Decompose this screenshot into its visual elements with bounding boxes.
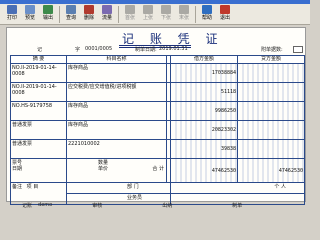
next-icon <box>161 5 171 14</box>
debit-cell[interactable]: 17038884 <box>170 63 238 83</box>
flow-icon <box>102 5 112 14</box>
signature-bar: 记账 demo 审核 出纳 制单 <box>6 202 306 210</box>
voucher-table: 摘 要 科目名称 借方金额 贷方金额 NO.II-2019-01-14-0008… <box>10 55 305 205</box>
voucher-word-label: 字 <box>75 47 81 53</box>
export-button[interactable]: 输出 <box>39 4 57 25</box>
total-credit: 47462530 <box>237 158 305 183</box>
toolbar-button-label: 打印 <box>6 15 17 21</box>
first-icon <box>125 5 135 14</box>
delete-icon <box>84 5 94 14</box>
date-label: 制单日期: <box>135 47 157 53</box>
footer-row-1: 备注 项 目 部 门 个 人 <box>10 182 305 205</box>
flow-button[interactable]: 流量 <box>98 4 116 25</box>
voucher-row[interactable]: NO.II-2019-01-14-0008 库存商品 17038884 <box>10 63 305 83</box>
prev-button[interactable]: 上张 <box>139 4 157 25</box>
prev-icon <box>143 5 153 14</box>
individual-label: 个 人 <box>170 182 305 194</box>
toolbar: 打印 预览 输出 查询 删除 流量 首张 上张 下张 末张 帮助 退出 <box>0 4 310 25</box>
voucher-row[interactable]: NO.II-2019-01-14-0008 应交税费/应交增值税/进项税额 5111… <box>10 82 305 102</box>
account-cell[interactable]: 应交税费/应交增值税/进项税额 <box>66 82 167 102</box>
toolbar-button-label: 末张 <box>178 15 189 21</box>
date-field-label: 日期 <box>12 166 23 172</box>
toolbar-button-label: 退出 <box>219 15 230 21</box>
voucher-row[interactable]: 普通发票 2221010002 39838 <box>10 139 305 159</box>
preview-button[interactable]: 预览 <box>21 4 39 25</box>
project-label: 项 目 <box>26 184 39 190</box>
total-debit: 47462530 <box>170 158 238 183</box>
bookkeeping-user: demo <box>38 202 53 208</box>
toolbar-separator <box>195 6 196 23</box>
toolbar-button-label: 输出 <box>42 15 53 21</box>
help-icon <box>202 5 212 14</box>
attachments-count-field[interactable] <box>293 46 303 53</box>
next-button[interactable]: 下张 <box>157 4 175 25</box>
toolbar-button-label: 帮助 <box>201 15 212 21</box>
summary-header: 摘 要 <box>10 55 67 64</box>
credit-cell[interactable] <box>237 120 305 140</box>
department-label: 部 门 <box>66 182 171 194</box>
exit-button[interactable]: 退出 <box>216 4 234 25</box>
summary-cell[interactable]: NO.II-2019-01-14-0008 <box>10 63 67 83</box>
toolbar-separator <box>118 6 119 23</box>
debit-cell[interactable]: 51118 <box>170 82 238 102</box>
note-label: 备注 <box>12 184 23 190</box>
summary-cell[interactable]: 普通发票 <box>10 120 67 140</box>
debit-cell[interactable]: 20823302 <box>170 120 238 140</box>
account-cell[interactable]: 库存商品 <box>66 120 167 140</box>
toolbar-button-label: 删除 <box>83 15 94 21</box>
toolbar-button-label: 流量 <box>101 15 112 21</box>
credit-cell[interactable] <box>237 101 305 121</box>
last-icon <box>179 5 189 14</box>
search-button[interactable]: 查询 <box>62 4 80 25</box>
voucher-row[interactable]: NO.HS-9179758 库存商品 9986250 <box>10 101 305 121</box>
account-cell[interactable]: 库存商品 <box>66 101 167 121</box>
preview-icon <box>25 5 35 14</box>
toolbar-button-label: 首张 <box>124 15 135 21</box>
account-header: 科目名称 <box>66 55 167 64</box>
bookkeeping-label: 记账 <box>22 203 33 209</box>
summary-cell[interactable]: 普通发票 <box>10 139 67 159</box>
debit-cell[interactable]: 39838 <box>170 139 238 159</box>
total-row: 票号 日期 数量 单价 合 计 47462530 47462530 <box>10 158 305 183</box>
voucher-date[interactable]: 2019.01.31 <box>159 46 188 52</box>
exit-icon <box>220 5 230 14</box>
summary-cell[interactable]: NO.HS-9179758 <box>10 101 67 121</box>
maker-label: 制单 <box>232 203 243 209</box>
attachments-label: 附单据数: <box>261 47 283 53</box>
last-button[interactable]: 末张 <box>175 4 193 25</box>
credit-cell[interactable] <box>237 82 305 102</box>
audit-label: 审核 <box>92 203 103 209</box>
toolbar-separator <box>59 6 60 23</box>
toolbar-button-label: 预览 <box>24 15 35 21</box>
first-button[interactable]: 首张 <box>121 4 139 25</box>
printer-button[interactable]: 打印 <box>3 4 21 25</box>
account-cell[interactable]: 2221010002 <box>66 139 167 159</box>
search-icon <box>66 5 76 14</box>
toolbar-button-label: 下张 <box>160 15 171 21</box>
voucher-word: 记 <box>37 47 43 53</box>
toolbar-button-label: 上张 <box>142 15 153 21</box>
credit-cell[interactable] <box>237 139 305 159</box>
total-label: 合 计 <box>152 166 164 172</box>
toolbar-button-label: 查询 <box>65 15 76 21</box>
printer-icon <box>7 5 17 14</box>
summary-cell[interactable]: NO.II-2019-01-14-0008 <box>10 82 67 102</box>
voucher-number[interactable]: 0001/0005 <box>85 46 112 52</box>
help-button[interactable]: 帮助 <box>198 4 216 25</box>
account-cell[interactable]: 库存商品 <box>66 63 167 83</box>
credit-cell[interactable] <box>237 63 305 83</box>
debit-header: 借方金额 <box>170 55 238 64</box>
cashier-label: 出纳 <box>162 203 173 209</box>
credit-header: 贷方金额 <box>237 55 305 64</box>
export-icon <box>43 5 53 14</box>
debit-cell[interactable]: 9986250 <box>170 101 238 121</box>
price-label: 单价 <box>98 166 109 172</box>
delete-button[interactable]: 删除 <box>80 4 98 25</box>
voucher-paper: 记 账 凭 证 记 字 0001/0005 制单日期: 2019.01.31 附… <box>6 27 306 205</box>
voucher-row[interactable]: 普通发票 库存商品 20823302 <box>10 120 305 140</box>
